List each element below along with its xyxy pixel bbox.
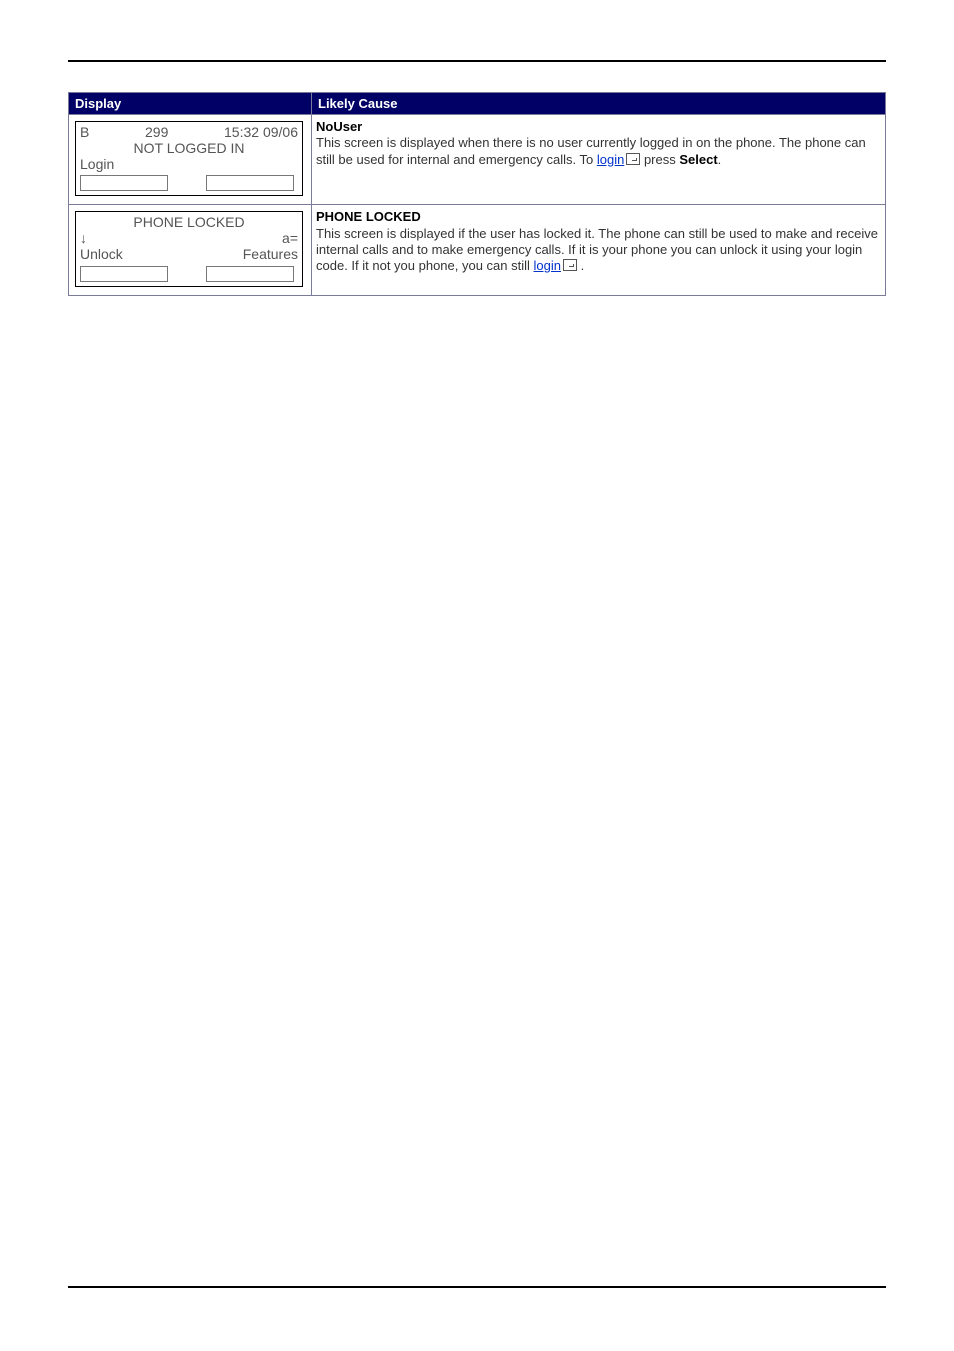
softkey-box [206,266,294,282]
cause-body: This screen is displayed if the user has… [316,226,878,274]
phone-lcd-locked: PHONE LOCKED ↓ a= Unlock Features [75,211,303,286]
header-cause: Likely Cause [312,93,886,115]
reference-icon [626,153,640,165]
reference-icon [563,259,577,271]
cell-display: B 299 15:32 09/06 NOT LOGGED IN Login [69,115,312,205]
footer-rule [68,1286,886,1288]
softkey-box [80,175,168,191]
lcd-text: NOT LOGGED IN [134,140,245,156]
error-phone-table: Display Likely Cause B 299 15:32 09/06 N… [68,92,886,296]
cause-body: . [577,258,584,273]
lcd-softkeys [80,175,298,191]
lcd-text: 15:32 09/06 [224,124,298,140]
lcd-text: ↓ [80,230,87,246]
softkey-box [206,175,294,191]
softkey-box [80,266,168,282]
cause-title: PHONE LOCKED [316,209,421,224]
lcd-text: 299 [145,124,168,140]
top-rule [68,60,886,62]
cause-body: This screen is displayed when there is n… [316,135,866,166]
cell-cause: PHONE LOCKED This screen is displayed if… [312,205,886,295]
header-display: Display [69,93,312,115]
table-row: PHONE LOCKED ↓ a= Unlock Features [69,205,886,295]
cause-body: press [640,152,679,167]
cause-title: NoUser [316,119,362,134]
phone-lcd-nouser: B 299 15:32 09/06 NOT LOGGED IN Login [75,121,303,196]
lcd-text: B [80,124,89,140]
lcd-text: Unlock [80,246,123,262]
login-link[interactable]: login [597,152,624,167]
lcd-softkeys [80,266,298,282]
cause-body: . [718,152,722,167]
lcd-text: a= [282,230,298,246]
table-row: B 299 15:32 09/06 NOT LOGGED IN Login [69,115,886,205]
cell-cause: NoUser This screen is displayed when the… [312,115,886,205]
cause-bold: Select [679,152,717,167]
lcd-text: PHONE LOCKED [133,214,244,230]
login-link[interactable]: login [534,258,561,273]
lcd-text: Features [243,246,298,262]
lcd-text: Login [80,156,114,172]
cell-display: PHONE LOCKED ↓ a= Unlock Features [69,205,312,295]
